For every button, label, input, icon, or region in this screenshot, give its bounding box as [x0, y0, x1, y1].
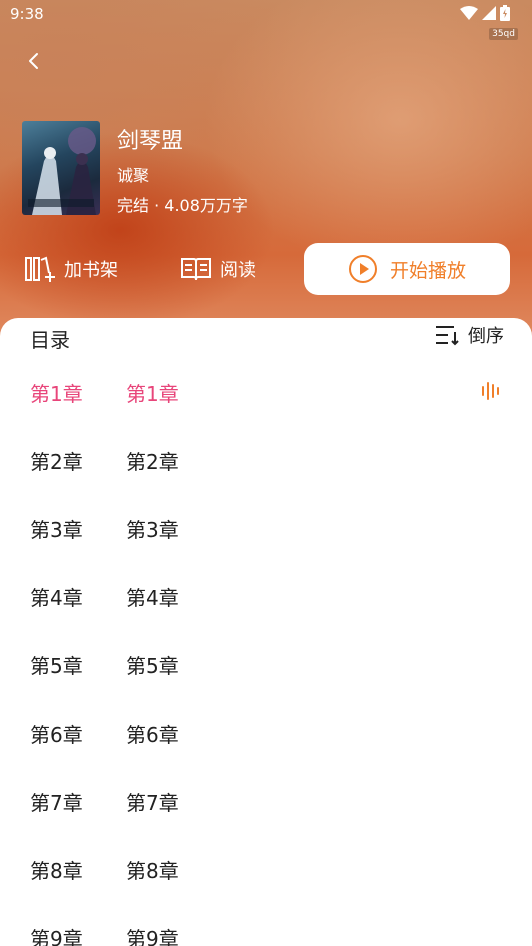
chapter-name: 第9章 — [126, 927, 179, 946]
chapter-name: 第5章 — [126, 654, 179, 678]
status-time: 9:38 — [10, 5, 44, 23]
chapter-number: 第5章 — [30, 654, 83, 678]
chapter-number: 第9章 — [30, 927, 83, 946]
chapter-name: 第8章 — [126, 859, 179, 883]
add-to-shelf-label: 加书架 — [64, 260, 118, 281]
chapter-row[interactable]: 第6章 第6章 — [0, 705, 532, 761]
chapter-name: 第2章 — [126, 450, 179, 474]
chapter-row[interactable]: 第9章 第9章 — [0, 909, 532, 946]
chapter-number: 第8章 — [30, 859, 83, 883]
read-button[interactable]: 阅读 — [180, 252, 256, 286]
add-to-shelf-button[interactable]: 加书架 — [24, 252, 118, 286]
book-meta: 完结 · 4.08万万字 — [117, 196, 248, 215]
chapter-number: 第7章 — [30, 791, 83, 815]
bookshelf-add-icon — [25, 256, 55, 282]
start-play-label: 开始播放 — [389, 259, 466, 282]
book-title: 剑琴盟 — [117, 129, 184, 154]
now-playing-icon — [482, 382, 499, 400]
chapter-row[interactable]: 第4章 第4章 — [0, 568, 532, 624]
chapter-list-sheet: 目录 倒序 第1章 第1章 第2章 第2章 第3章 第3章 第4章 第4章 第5… — [0, 318, 532, 946]
sort-order-label: 倒序 — [468, 326, 504, 347]
chapter-row[interactable]: 第7章 第7章 — [0, 773, 532, 829]
back-button[interactable] — [18, 46, 48, 76]
book-cover[interactable] — [22, 121, 100, 215]
chapter-name: 第6章 — [126, 723, 179, 747]
open-book-icon — [181, 258, 211, 281]
chapter-name: 第4章 — [126, 586, 179, 610]
play-circle-icon — [348, 255, 377, 283]
signal-icon — [482, 6, 496, 20]
chapter-number: 第6章 — [30, 723, 83, 747]
sort-icon — [436, 326, 459, 346]
chapter-name: 第1章 — [126, 382, 179, 406]
status-bar: 9:38 — [0, 0, 532, 30]
cover-art — [28, 127, 96, 215]
carrier-badge: 35qd — [489, 28, 518, 40]
chapter-number: 第1章 — [30, 382, 83, 406]
chapter-row[interactable]: 第5章 第5章 — [0, 636, 532, 692]
chapter-row[interactable]: 第8章 第8章 — [0, 841, 532, 897]
status-icons — [460, 5, 510, 21]
chapter-name: 第3章 — [126, 518, 179, 542]
start-play-button[interactable]: 开始播放 — [304, 243, 510, 295]
toc-title: 目录 — [30, 328, 70, 352]
chapter-number: 第3章 — [30, 518, 83, 542]
chapter-row[interactable]: 第1章 第1章 — [0, 364, 532, 420]
sort-order-button[interactable]: 倒序 — [434, 322, 504, 348]
chapter-number: 第4章 — [30, 586, 83, 610]
chapter-number: 第2章 — [30, 450, 83, 474]
battery-icon — [500, 5, 510, 21]
wifi-icon — [460, 6, 478, 20]
read-label: 阅读 — [220, 260, 256, 281]
chapter-row[interactable]: 第2章 第2章 — [0, 432, 532, 488]
book-author[interactable]: 诚聚 — [117, 162, 149, 186]
chevron-left-icon — [29, 53, 38, 69]
chapter-name: 第7章 — [126, 791, 179, 815]
chapter-row[interactable]: 第3章 第3章 — [0, 500, 532, 556]
